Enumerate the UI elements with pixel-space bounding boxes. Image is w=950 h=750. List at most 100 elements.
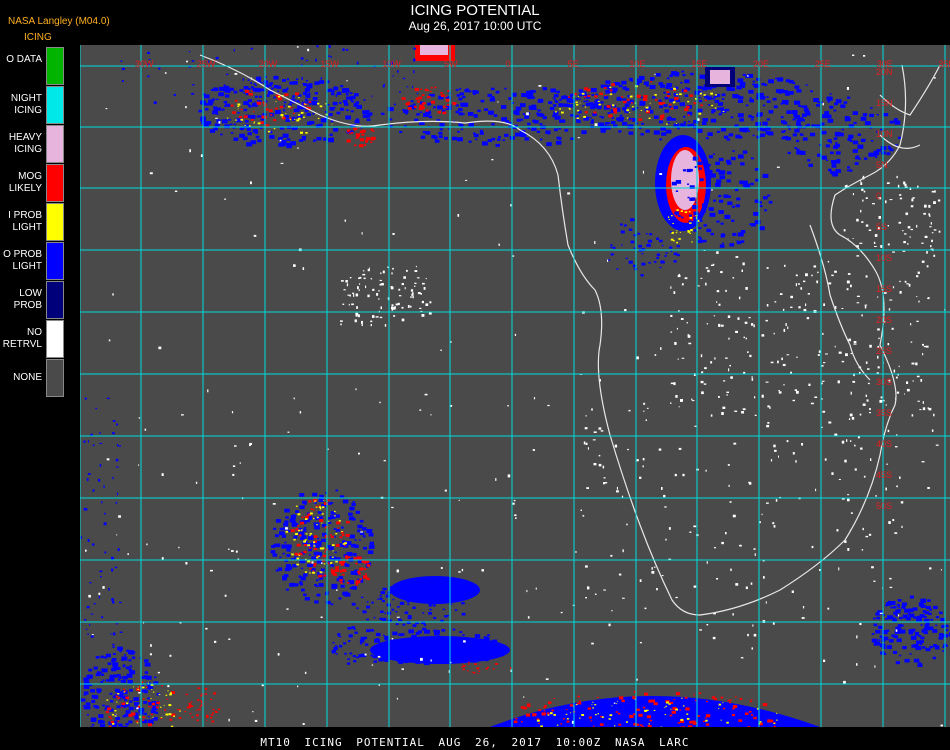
speckle [283,101,287,104]
icing-cell [748,89,754,94]
icing-cell [206,720,208,721]
icing-cell [940,617,946,622]
icing-cell [563,95,567,98]
icing-cell [351,502,356,506]
icing-cell [324,526,328,529]
icing-cell [630,119,633,121]
icing-cell [731,219,735,222]
speckle [117,548,120,552]
speckle [691,398,693,400]
icing-cell [350,557,354,560]
icing-cell [703,224,707,227]
icing-cell [702,203,708,208]
icing-cell [677,722,680,724]
speckle [280,162,284,164]
speckle [406,86,409,88]
speckle [153,101,157,105]
icing-cell [105,711,109,714]
icing-cell [169,692,172,694]
speckle [357,286,359,290]
speckle [108,588,110,591]
icing-cell [708,207,714,211]
icing-cell [589,102,594,106]
speckle [747,75,749,77]
speckle [654,354,657,356]
icing-cell [278,97,283,101]
icing-cell [576,117,579,119]
icing-cell [727,201,733,205]
icing-cell [723,135,729,139]
icing-cell [150,698,152,700]
legend-swatch [46,281,64,319]
speckle [286,78,289,81]
speckle [205,627,208,630]
icing-cell [303,544,307,547]
speckle [105,108,108,110]
icing-cell [293,112,295,114]
speckle [365,285,367,289]
icing-cell [188,702,191,705]
icing-cell [357,572,361,575]
speckle [737,317,740,320]
icing-cell [802,137,808,141]
icing-cell [451,136,457,141]
icing-cell [367,112,373,116]
speckle [923,212,926,215]
icing-cell [920,624,923,626]
icing-map: 30W25W20W15W10W5W05E10E15E20E25E30E35E20… [80,45,950,727]
icing-cell [143,712,147,716]
speckle [656,588,658,591]
speckle [761,334,765,337]
speckle [874,234,878,237]
icing-cell [609,89,613,92]
speckle [624,309,627,312]
speckle [401,668,404,670]
icing-cell [284,508,290,513]
speckle [266,94,270,98]
speckle [103,485,105,488]
icing-cell [328,521,332,524]
speckle [158,67,161,70]
icing-cell [252,87,258,92]
icing-cell [661,132,667,136]
speckle [783,384,785,386]
speckle [877,296,879,298]
icing-cell [361,596,364,599]
icing-cell [712,97,715,100]
icing-cell [703,720,705,723]
icing-cell [303,573,308,577]
icing-cell [198,109,203,113]
speckle [191,60,195,62]
speckle [304,101,308,104]
icing-cell [250,115,256,119]
icing-cell [649,233,653,236]
icing-cell [658,102,663,105]
icing-cell [522,113,525,115]
icing-cell [268,130,271,133]
icing-cell [303,527,307,529]
speckle [838,567,840,571]
icing-cell [565,709,568,711]
icing-cell [781,137,785,140]
speckle [860,209,862,213]
icing-cell [828,96,833,100]
speckle [639,476,642,479]
speckle [654,73,656,76]
icing-cell [680,718,684,721]
icing-cell [666,701,669,704]
icing-cell [479,664,481,665]
speckle [602,465,605,469]
icing-cell [296,119,300,122]
icing-cell [742,85,745,88]
speckle [741,269,743,272]
speckle [352,292,355,294]
icing-cell [118,723,123,727]
icing-cell [318,555,320,557]
icing-cell [191,716,194,719]
icing-cell [298,554,301,556]
icing-cell [909,595,914,599]
speckle [279,139,282,142]
speckle [874,665,876,668]
icing-cell [342,534,345,536]
speckle [83,440,86,443]
